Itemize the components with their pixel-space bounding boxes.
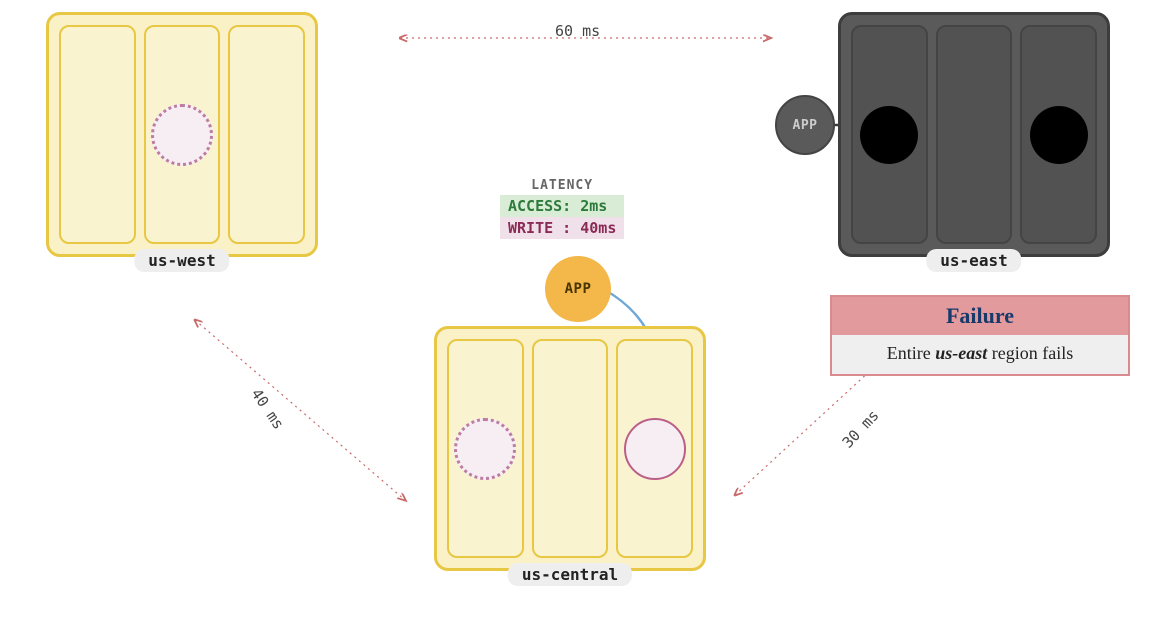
link-label-central-east: 30 ms (839, 406, 883, 451)
app-central: APP (545, 256, 611, 322)
latency-write: WRITE : 40ms (500, 217, 624, 239)
app-east: APP (775, 95, 835, 155)
app-label: APP (565, 281, 592, 297)
replica-node-dotted-icon (454, 418, 516, 480)
failed-node-icon (860, 106, 918, 164)
failure-callout: Failure Entire us-east region fails (830, 295, 1130, 376)
availability-zone (616, 339, 693, 558)
availability-zone (936, 25, 1013, 244)
region-label: us-east (926, 249, 1021, 272)
failure-title: Failure (832, 297, 1128, 335)
availability-zone (59, 25, 136, 244)
availability-zone (851, 25, 928, 244)
availability-zone (1020, 25, 1097, 244)
region-us-central: us-central (434, 326, 706, 571)
region-label: us-west (134, 249, 229, 272)
availability-zone (447, 339, 524, 558)
app-label: APP (793, 118, 818, 133)
link-label-west-east: 60 ms (555, 22, 600, 40)
availability-zone (144, 25, 221, 244)
latency-access: ACCESS: 2ms (500, 195, 624, 217)
latency-title: LATENCY (500, 178, 624, 193)
availability-zone (532, 339, 609, 558)
availability-zone (228, 25, 305, 244)
region-us-east: us-east (838, 12, 1110, 257)
region-label: us-central (508, 563, 632, 586)
latency-readout: LATENCY ACCESS: 2ms WRITE : 40ms (500, 178, 624, 239)
replica-node-dotted-icon (151, 104, 213, 166)
link-label-west-central: 40 ms (247, 385, 287, 433)
region-us-west: us-west (46, 12, 318, 257)
failure-body: Entire us-east region fails (832, 335, 1128, 374)
replica-node-solid-icon (624, 418, 686, 480)
failed-node-icon (1030, 106, 1088, 164)
